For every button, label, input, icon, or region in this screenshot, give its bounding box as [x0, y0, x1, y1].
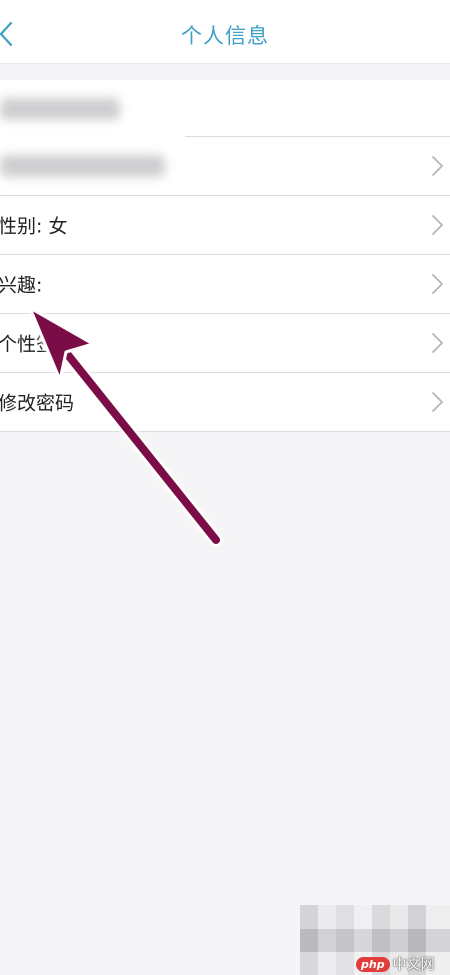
- list-item-gender[interactable]: 性别: 女: [0, 196, 450, 255]
- signature-label: 个性签: [0, 333, 56, 356]
- list-item-interests[interactable]: 兴趣:: [0, 255, 450, 314]
- redacted-text: [0, 97, 120, 120]
- interests-label: 兴趣:: [0, 274, 43, 297]
- watermark-badge: php: [356, 956, 390, 972]
- chevron-right-icon: [432, 156, 443, 176]
- watermark: php 中文网: [356, 952, 435, 975]
- change-password-label: 修改密码: [0, 392, 75, 415]
- nav-bar: 个人信息: [0, 0, 450, 64]
- list-item-redacted-2[interactable]: [0, 137, 450, 196]
- list-item-signature[interactable]: 个性签: [0, 314, 450, 373]
- list-item-change-password[interactable]: 修改密码: [0, 373, 450, 432]
- gender-label: 性别: 女: [0, 215, 68, 238]
- watermark-site: 中文网: [392, 957, 435, 973]
- page-title: 个人信息: [181, 24, 269, 48]
- screen: 个人信息 性别: 女 兴趣: 个性签 修改密码 php 中文网: [0, 0, 450, 975]
- list-item-redacted-1[interactable]: [0, 80, 450, 137]
- profile-list: 性别: 女 兴趣: 个性签 修改密码: [0, 80, 450, 432]
- chevron-right-icon: [432, 215, 443, 235]
- chevron-right-icon: [432, 392, 443, 412]
- redacted-text: [0, 155, 165, 177]
- chevron-right-icon: [432, 333, 443, 353]
- chevron-right-icon: [432, 274, 443, 294]
